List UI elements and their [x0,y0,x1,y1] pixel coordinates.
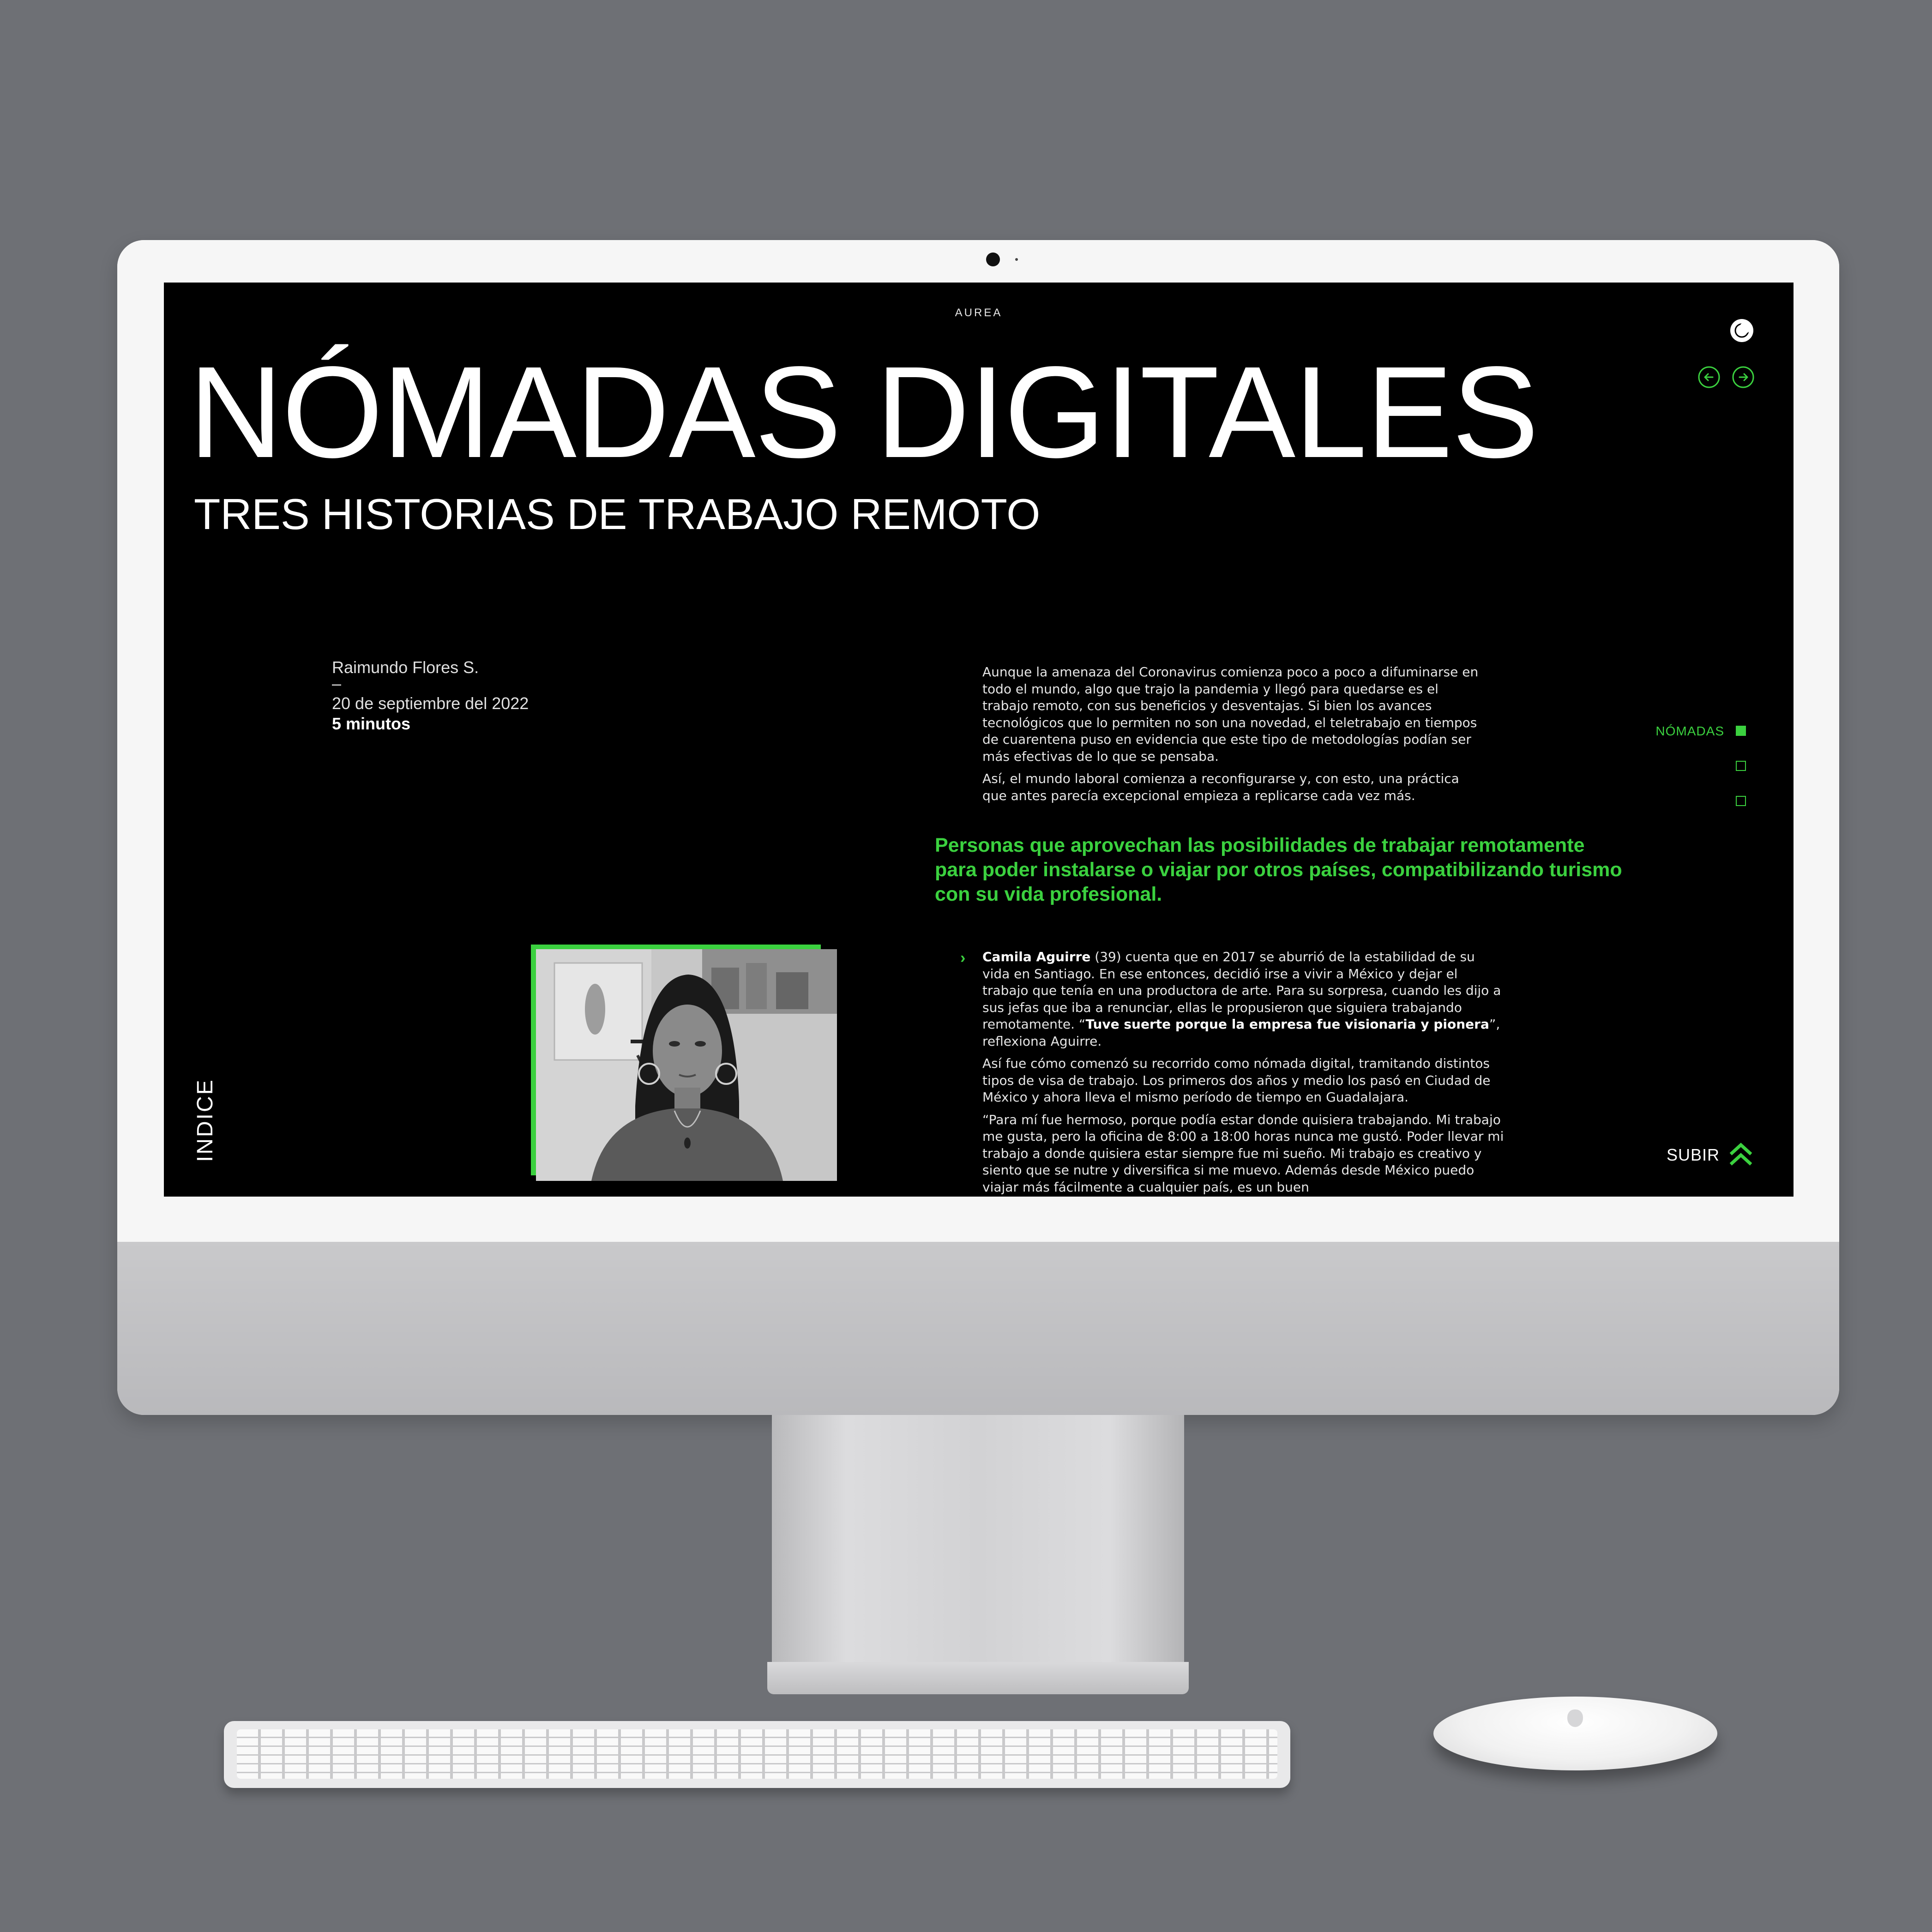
scroll-top-button[interactable]: SUBIR [1667,1141,1755,1169]
webcam-sensor [1015,258,1018,261]
monitor-stand-base [767,1662,1189,1694]
story-paragraph: Camila Aguirre (39) cuenta que en 2017 s… [982,949,1504,1050]
story-body: Camila Aguirre (39) cuenta que en 2017 s… [982,949,1504,1197]
person-name: Camila Aguirre [982,949,1091,964]
intro-paragraph: Así, el mundo laboral comienza a reconfi… [982,771,1459,803]
section-nav-label: NÓMADAS [1655,724,1724,738]
site-brand[interactable]: AUREA [164,307,1794,319]
story-quote: Tuve suerte porque la empresa fue vision… [1085,1017,1489,1032]
story-paragraph: “Para mí fue hermoso, porque podía estar… [982,1112,1504,1195]
read-time: 5 minutos [332,714,411,733]
arrow-right-icon[interactable] [1732,366,1755,389]
mouse-logo [1567,1709,1583,1727]
intro-paragraph: Aunque la amenaza del Coronavirus comien… [982,664,1479,764]
arrow-left-icon[interactable] [1697,366,1721,389]
section-indicator[interactable] [1736,796,1746,806]
section-nav-item-nomadas[interactable]: NÓMADAS [1641,721,1761,756]
meta-separator: – [332,674,342,693]
pull-quote: Personas que aprovechan las posibilidade… [935,834,1622,905]
mouse [1433,1697,1717,1770]
section-nav: NÓMADAS [1641,721,1761,826]
webcam [986,253,1000,266]
article-intro: Aunque la amenaza del Coronavirus comien… [982,664,1486,810]
page-subtitle: TRES HISTORIAS DE TRABAJO REMOTO [194,490,1041,538]
monitor-chin [117,1242,1839,1415]
portrait-photo [536,949,837,1181]
publish-date: 20 de septiembre del 2022 [332,694,529,713]
section-nav-item[interactable] [1641,791,1761,826]
scroll-top-label: SUBIR [1667,1145,1720,1164]
article-meta: Raimundo Flores S. – 20 de septiembre de… [332,657,529,734]
portrait-illustration [536,949,837,1181]
keyboard-key-rows [237,1729,1277,1779]
double-chevron-up-icon [1729,1143,1752,1166]
story-paragraph: Así fue cómo comenzó su recorrido como n… [982,1056,1491,1105]
author-name: Raimundo Flores S. [332,658,479,677]
page-title: NÓMADAS DIGITALES [189,339,1539,485]
keyboard [224,1721,1290,1788]
section-indicator-active[interactable] [1736,726,1746,736]
moon-icon[interactable] [1730,319,1754,343]
screen: AUREA NÓMADAS DIGITALES TRES HISTORIAS D… [164,283,1794,1197]
monitor-stand [772,1415,1184,1664]
index-toggle[interactable]: INDICE [193,1078,218,1162]
section-indicator[interactable] [1736,761,1746,771]
section-nav-item[interactable] [1641,756,1761,791]
story-chevron-icon: › [960,949,966,967]
